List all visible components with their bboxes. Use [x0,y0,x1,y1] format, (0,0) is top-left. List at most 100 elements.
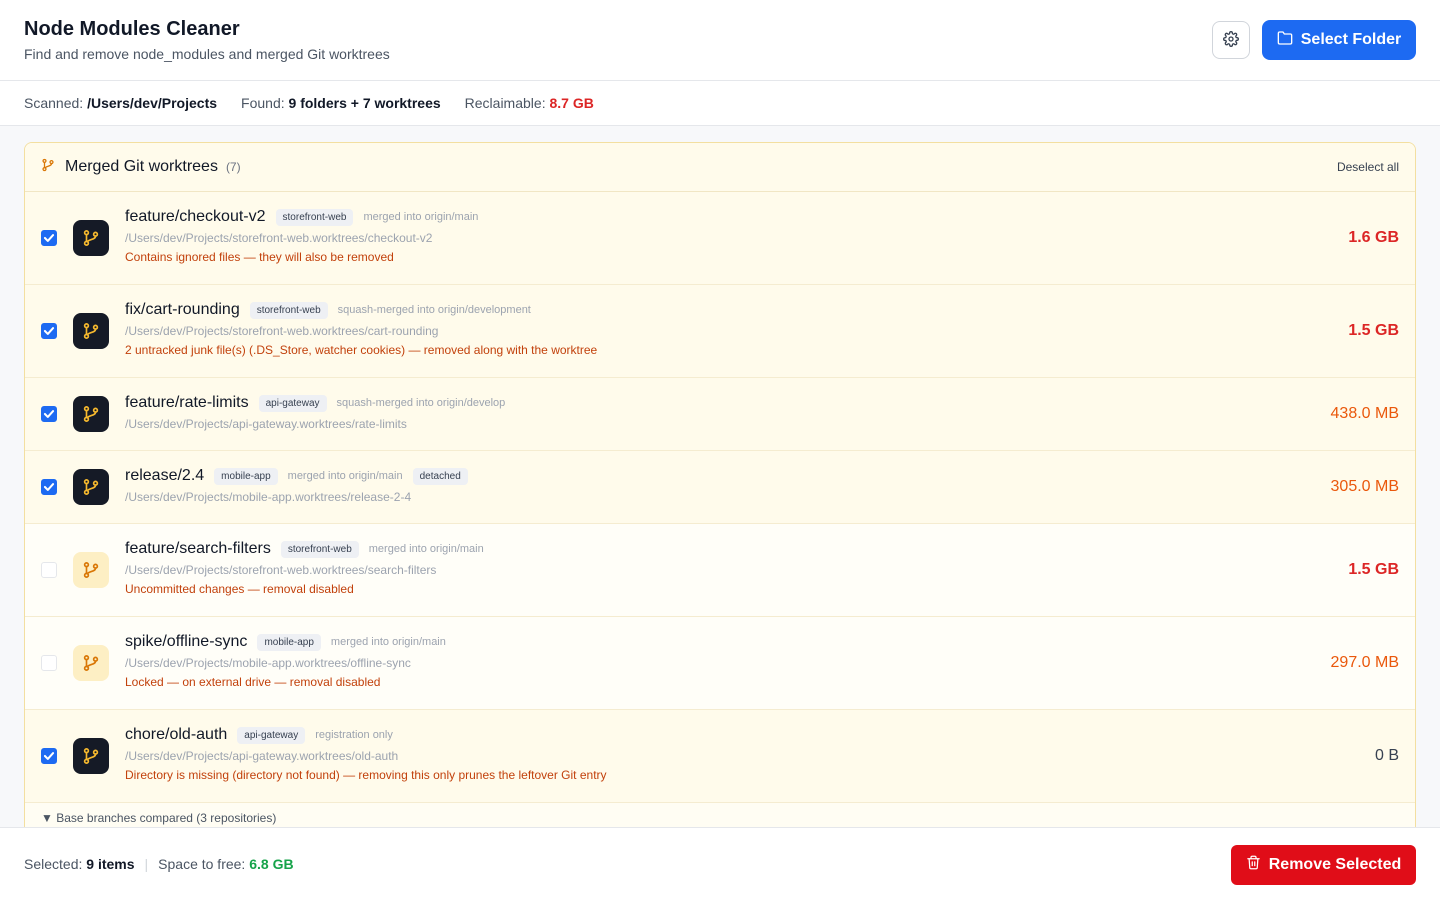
merge-status: merged into origin/main [287,470,403,482]
git-branch-icon [73,645,109,681]
detached-tag: detached [412,467,468,485]
merge-status: registration only [315,729,393,741]
stat-scanned-label: Scanned: [24,95,84,111]
repo-tag: mobile-app [257,633,321,651]
worktree-row: spike/offline-sync mobile-app merged int… [25,617,1415,710]
row-size: 0 B [1374,747,1399,764]
worktrees-panel: Merged Git worktrees (7) Deselect all fe… [24,142,1416,842]
remove-selected-button[interactable]: Remove Selected [1231,845,1416,885]
repo-tag: storefront-web [249,301,328,319]
row-warning: Contains ignored files — they will also … [125,250,394,264]
app-subtitle: Find and remove node_modules and merged … [24,46,390,62]
row-size: 305.0 MB [1330,478,1399,495]
worktree-row[interactable]: fix/cart-rounding storefront-web squash-… [25,285,1415,378]
git-branch-icon [73,220,109,256]
merge-status: merged into origin/main [368,543,484,555]
row-warning: Directory is missing (directory not foun… [125,768,607,782]
git-branch-icon [73,313,109,349]
row-size: 1.6 GB [1348,229,1399,246]
app-header: Node Modules Cleaner Find and remove nod… [0,0,1440,81]
worktree-path: /Users/dev/Projects/mobile-app.worktrees… [125,656,411,670]
folder-icon [1277,30,1293,51]
remove-selected-label: Remove Selected [1268,856,1402,873]
repo-tag: mobile-app [214,467,278,485]
branch-name: feature/rate-limits [125,394,249,411]
merge-status: squash-merged into origin/development [337,304,531,316]
stat-reclaimable: Reclaimable: 8.7 GB [465,95,594,111]
row-content: feature/search-filters storefront-web me… [125,538,484,596]
row-checkbox[interactable] [41,230,57,246]
panel-title: Merged Git worktrees [65,158,218,175]
worktree-row[interactable]: release/2.4 mobile-app merged into origi… [25,451,1415,524]
worktree-path: /Users/dev/Projects/storefront-web.workt… [125,563,437,577]
row-checkbox[interactable] [41,406,57,422]
stat-reclaimable-label: Reclaimable: [464,95,546,111]
worktree-row[interactable]: feature/rate-limits api-gateway squash-m… [25,378,1415,451]
row-checkbox[interactable] [41,479,57,495]
git-branch-icon [73,552,109,588]
merge-status: squash-merged into origin/develop [336,397,506,409]
repo-tag: storefront-web [280,540,359,558]
settings-button[interactable] [1212,21,1250,59]
branch-name: spike/offline-sync [125,633,248,650]
repo-tag: api-gateway [237,726,306,744]
row-content: chore/old-auth api-gateway registration … [125,724,607,782]
selected-value: 9 items [86,856,135,872]
space-value: 6.8 GB [249,856,294,872]
worktree-row[interactable]: feature/checkout-v2 storefront-web merge… [25,192,1415,285]
row-content: fix/cart-rounding storefront-web squash-… [125,299,597,357]
space-label: Space to free: [158,856,246,872]
row-content: spike/offline-sync mobile-app merged int… [125,631,446,689]
git-branch-icon [73,396,109,432]
row-size: 1.5 GB [1348,322,1399,339]
stat-scanned-value: /Users/dev/Projects [87,95,218,111]
row-checkbox [41,655,57,671]
select-folder-button[interactable]: Select Folder [1262,20,1416,60]
worktree-row[interactable]: chore/old-auth api-gateway registration … [25,710,1415,803]
worktree-path: /Users/dev/Projects/api-gateway.worktree… [125,417,407,431]
row-warning: Uncommitted changes — removal disabled [125,582,354,596]
row-size: 438.0 MB [1330,405,1399,422]
worktree-path: /Users/dev/Projects/storefront-web.workt… [125,324,439,338]
select-folder-label: Select Folder [1300,31,1402,48]
stat-found-value: 9 folders + 7 worktrees [288,95,441,111]
row-content: release/2.4 mobile-app merged into origi… [125,465,468,504]
row-warning: 2 untracked junk file(s) (.DS_Store, wat… [125,343,598,357]
row-size: 1.5 GB [1348,561,1399,578]
row-content: feature/checkout-v2 storefront-web merge… [125,206,478,264]
stat-found: Found: 9 folders + 7 worktrees [241,95,441,111]
worktree-row: feature/search-filters storefront-web me… [25,524,1415,617]
gear-icon [1223,30,1239,50]
row-checkbox[interactable] [41,323,57,339]
trash-icon [1246,855,1261,875]
row-checkbox[interactable] [41,748,57,764]
git-branch-icon [73,738,109,774]
selected-label: Selected: [24,856,83,872]
deselect-all-button[interactable]: Deselect all [1337,160,1399,174]
stat-scanned: Scanned: /Users/dev/Projects [24,95,217,111]
repo-tag: api-gateway [258,394,327,412]
merge-status: merged into origin/main [363,211,479,223]
worktree-path: /Users/dev/Projects/storefront-web.workt… [125,231,433,245]
worktree-path: /Users/dev/Projects/mobile-app.worktrees… [125,490,412,504]
branch-name: release/2.4 [125,467,205,484]
stat-found-label: Found: [241,95,285,111]
row-content: feature/rate-limits api-gateway squash-m… [125,392,505,431]
branch-name: feature/search-filters [125,540,271,557]
separator: | [144,856,149,872]
panel-count: (7) [225,160,241,174]
base-branches-toggle[interactable]: ▼ Base branches compared (3 repositories… [41,811,276,825]
selection-summary: Selected: 9 items | Space to free: 6.8 G… [24,856,294,872]
stats-bar: Scanned: /Users/dev/Projects Found: 9 fo… [0,81,1440,126]
repo-tag: storefront-web [275,208,354,226]
row-checkbox [41,562,57,578]
worktree-path: /Users/dev/Projects/api-gateway.worktree… [125,749,399,763]
app-title: Node Modules Cleaner [24,18,240,40]
git-branch-icon [73,469,109,505]
branch-name: feature/checkout-v2 [125,208,266,225]
panel-header: Merged Git worktrees (7) Deselect all [25,143,1415,192]
row-size: 297.0 MB [1330,654,1399,671]
stat-reclaimable-value: 8.7 GB [549,95,594,111]
branch-name: fix/cart-rounding [125,301,240,318]
git-branch-icon [41,158,55,177]
